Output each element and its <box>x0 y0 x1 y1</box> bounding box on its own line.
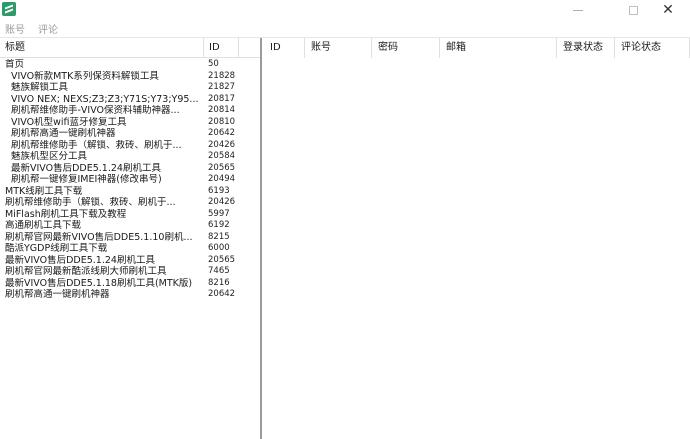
list-item-id: 20426 <box>208 197 236 207</box>
list-item[interactable]: 高通刷机工具下载 6192 <box>0 220 260 232</box>
list-item[interactable]: 魅族解锁工具 21827 <box>0 82 260 94</box>
list-item-id: 20565 <box>208 162 236 173</box>
list-item-title: 刷机帮官网最新酷派线刷大师刷机工具 <box>5 266 167 277</box>
list-item[interactable]: 酷派YGDP线刷工具下载 6000 <box>0 243 260 255</box>
list-item[interactable]: 刷机帮官网最新酷派线刷大师刷机工具 7465 <box>0 266 260 278</box>
list-item-title: MiFlash刷机工具下载及教程 <box>5 208 127 220</box>
list-item-id: 20584 <box>208 151 236 161</box>
list-item-id: 6192 <box>208 220 230 230</box>
list-item-title: 刷机帮维修助手-VIVO保资料辅助神器... <box>11 105 180 116</box>
list-item-id: 21827 <box>208 82 236 92</box>
list-item[interactable]: 最新VIVO售后DDE5.1.18刷机工具(MTK版) 8216 <box>0 278 260 290</box>
column-header-login-status[interactable]: 登录状态 <box>557 38 615 58</box>
article-list: 首页 50 VIVO新款MTK系列保资料解锁工具 21828 魅族解锁工具 21827 VI… <box>0 59 260 301</box>
list-item-title: 刷机帮官网最新VIVO售后DDE5.1.10刷机... <box>5 231 193 243</box>
list-item-title: 刷机帮维修助手（解锁、救砖、刷机于... <box>11 139 182 151</box>
list-item-title: 刷机帮维修助手（解锁、救砖、刷机于... <box>5 197 176 208</box>
list-item-title: VIVO新款MTK系列保资料解锁工具 <box>11 70 159 82</box>
list-item-id: 20494 <box>208 174 236 184</box>
list-item[interactable]: 刷机帮官网最新VIVO售后DDE5.1.10刷机... 8215 <box>0 232 260 244</box>
app-logo-icon <box>2 2 16 16</box>
list-item-id: 7465 <box>208 266 230 276</box>
column-header-email[interactable]: 邮箱 <box>440 38 557 58</box>
list-item-title: 高通刷机工具下载 <box>5 220 82 231</box>
list-item[interactable]: VIVO新款MTK系列保资料解锁工具 21828 <box>0 71 260 83</box>
list-item-id: 8215 <box>208 231 230 242</box>
list-item[interactable]: MTK线刷工具下载 6193 <box>0 186 260 198</box>
list-item[interactable]: 最新VIVO售后DDE5.1.24刷机工具 20565 <box>0 163 260 175</box>
list-item[interactable]: 刷机帮维修助手（解锁、救砖、刷机于... 20426 <box>0 197 260 209</box>
close-icon: ✕ <box>662 2 674 18</box>
list-item-title: 刷机帮高通一键刷机神器 <box>11 128 116 139</box>
list-item-title: VIVO NEX; NEXS;Z3;Z3;Y71S;Y73;Y95... <box>11 93 199 105</box>
list-item[interactable]: 刷机帮维修助手-VIVO保资料辅助神器... 20814 <box>0 105 260 117</box>
article-list-panel: 标题 ID 首页 50 VIVO新款MTK系列保资料解锁工具 21828 魅族解锁工具 2… <box>0 38 262 439</box>
title-bar: ✕ <box>0 0 690 20</box>
list-item-id: 5997 <box>208 208 230 219</box>
list-item[interactable]: VIVO NEX; NEXS;Z3;Z3;Y71S;Y73;Y95... 2081… <box>0 94 260 106</box>
list-item-id: 20642 <box>208 128 236 138</box>
list-item-title: 最新VIVO售后DDE5.1.18刷机工具(MTK版) <box>5 277 193 289</box>
menu-bar: 账号 评论 <box>0 20 690 37</box>
list-item[interactable]: VIVO机型wifi蓝牙修复工具 20810 <box>0 117 260 129</box>
list-item[interactable]: 刷机帮一键修复IMEI神器(修改串号) 20494 <box>0 174 260 186</box>
list-item-title: MTK线刷工具下载 <box>5 185 83 197</box>
list-item-id: 21828 <box>208 70 236 81</box>
list-item-id: 8216 <box>208 277 230 288</box>
list-item-title: 最新VIVO售后DDE5.1.24刷机工具 <box>11 162 161 174</box>
list-item-title: 最新VIVO售后DDE5.1.24刷机工具 <box>5 254 155 266</box>
column-header-password[interactable]: 密码 <box>372 38 440 58</box>
minimize-icon <box>573 9 583 11</box>
column-header-account-id[interactable]: ID <box>264 38 305 58</box>
list-item-title: 首页 <box>5 59 25 70</box>
article-list-header: 标题 ID <box>0 38 260 58</box>
list-item-id: 20642 <box>208 289 236 299</box>
list-item[interactable]: 刷机帮维修助手（解锁、救砖、刷机于... 20426 <box>0 140 260 152</box>
account-table-panel: ID 账号 密码 邮箱 登录状态 评论状态 <box>264 38 690 439</box>
list-item[interactable]: 刷机帮高通一键刷机神器 20642 <box>0 128 260 140</box>
list-item-title: 魅族解锁工具 <box>11 82 69 93</box>
column-header-comment-status[interactable]: 评论状态 <box>615 38 690 58</box>
list-item-title: 刷机帮一键修复IMEI神器(修改串号) <box>11 174 162 185</box>
list-item[interactable]: 魅族机型区分工具 20584 <box>0 151 260 163</box>
list-item-id: 6193 <box>208 185 230 196</box>
list-item-id: 20817 <box>208 93 236 104</box>
list-item-title: VIVO机型wifi蓝牙修复工具 <box>11 116 127 128</box>
list-item-id: 20810 <box>208 116 236 127</box>
list-item[interactable]: MiFlash刷机工具下载及教程 5997 <box>0 209 260 221</box>
minimize-button[interactable] <box>556 0 600 20</box>
list-item-id: 20814 <box>208 105 236 115</box>
list-item[interactable]: 刷机帮高通一键刷机神器 20642 <box>0 289 260 301</box>
column-header-id[interactable]: ID <box>204 38 239 57</box>
maximize-icon <box>628 5 638 15</box>
list-item-id: 20426 <box>208 139 236 150</box>
list-item-id: 6000 <box>208 243 230 253</box>
close-button[interactable]: ✕ <box>646 0 690 20</box>
list-item-title: 酷派YGDP线刷工具下载 <box>5 243 108 254</box>
list-item-title: 刷机帮高通一键刷机神器 <box>5 289 110 300</box>
column-header-title[interactable]: 标题 <box>0 38 204 57</box>
menu-comment[interactable]: 评论 <box>38 21 58 36</box>
list-item-id: 20565 <box>208 254 236 265</box>
list-item[interactable]: 首页 50 <box>0 59 260 71</box>
list-item-id: 50 <box>208 59 219 69</box>
list-item-title: 魅族机型区分工具 <box>11 151 88 162</box>
menu-account[interactable]: 账号 <box>5 21 25 36</box>
account-table-header: ID 账号 密码 邮箱 登录状态 评论状态 <box>264 38 690 58</box>
list-item[interactable]: 最新VIVO售后DDE5.1.24刷机工具 20565 <box>0 255 260 267</box>
column-header-account[interactable]: 账号 <box>305 38 372 58</box>
